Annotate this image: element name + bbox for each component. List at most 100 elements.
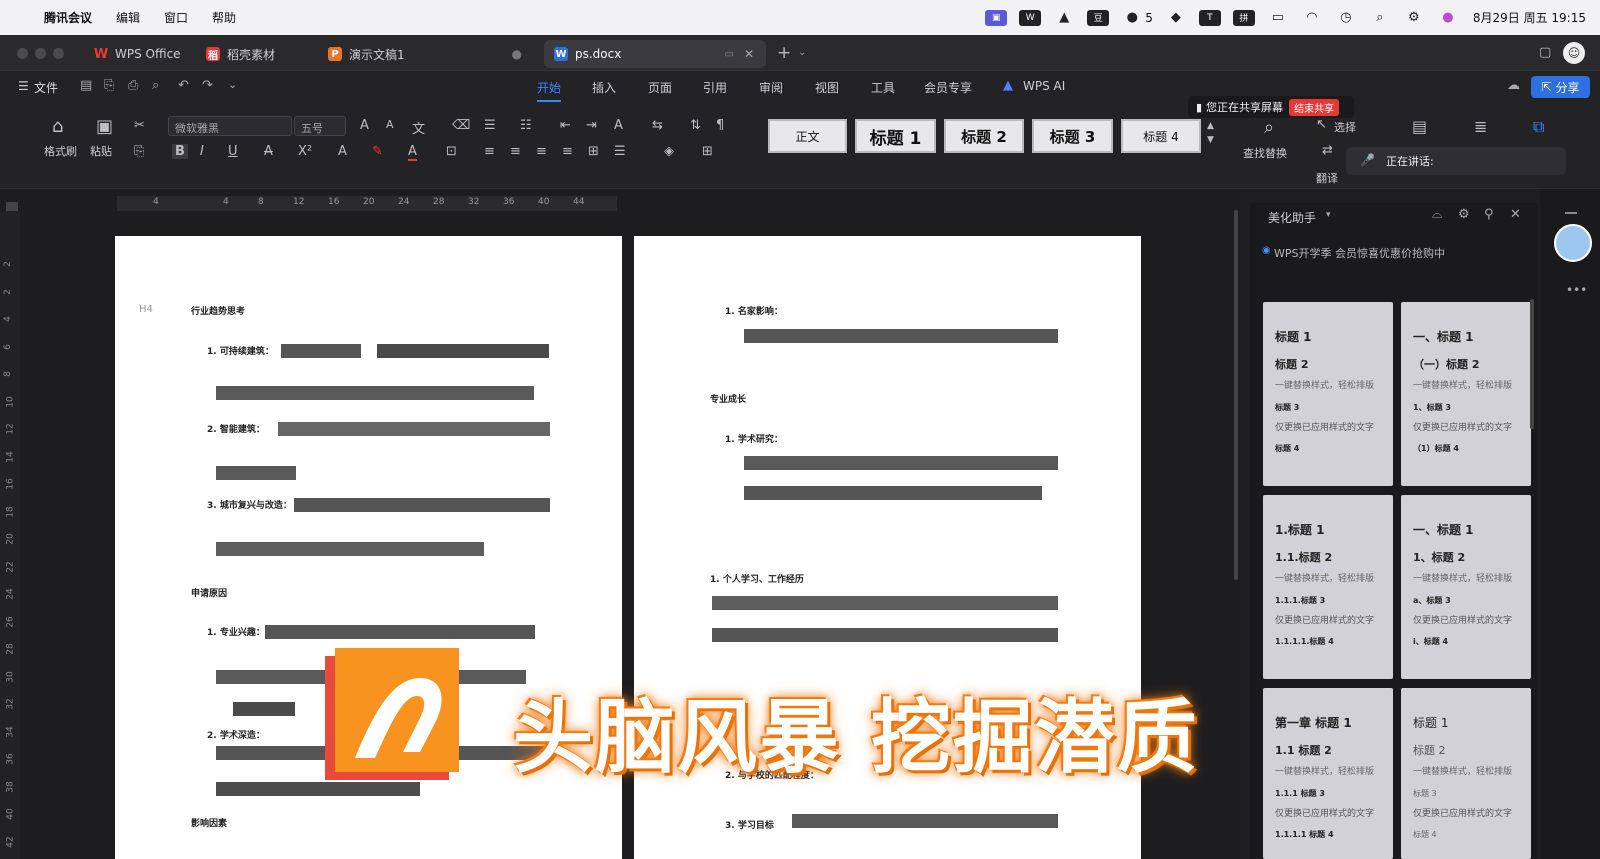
- menu-help[interactable]: 帮助: [212, 9, 236, 26]
- increase-font-icon[interactable]: A: [360, 118, 369, 133]
- align-right-icon[interactable]: ≡: [536, 144, 547, 159]
- style-card-4[interactable]: 一、标题 1 1、标题 2 一键替换样式，轻松排版 a、标题 3 仅更换已应用样…: [1401, 495, 1531, 679]
- panel-title[interactable]: 美化助手: [1268, 209, 1316, 226]
- tab-tools[interactable]: 工具: [871, 79, 895, 96]
- translate-label[interactable]: 翻译: [1316, 170, 1338, 186]
- battery-icon[interactable]: ▭: [1267, 10, 1289, 26]
- justify-icon[interactable]: ≡: [562, 144, 573, 159]
- tab-home[interactable]: 开始: [537, 79, 562, 102]
- settings-gear-icon[interactable]: ⚙: [1458, 207, 1470, 222]
- panel-close-icon[interactable]: ✕: [1510, 207, 1521, 222]
- style-card-2[interactable]: 一、标题 1 （一）标题 2 一键替换样式，轻松排版 1、标题 3 仅更换已应用…: [1401, 302, 1531, 486]
- redo-icon[interactable]: ↷: [202, 78, 213, 93]
- align-center-icon[interactable]: ≡: [510, 144, 521, 159]
- share-button[interactable]: ⇱ 分享: [1531, 76, 1590, 98]
- borders-icon[interactable]: ⊞: [702, 144, 713, 159]
- assistant-avatar[interactable]: [1554, 224, 1592, 262]
- doubao-icon[interactable]: 豆: [1087, 9, 1110, 26]
- ai-tool-icon[interactable]: ⧉: [1533, 117, 1544, 137]
- tab-references[interactable]: 引用: [703, 79, 727, 96]
- clear-format-icon[interactable]: ⌫: [452, 118, 470, 133]
- tab-close-icon[interactable]: ✕: [744, 47, 754, 61]
- format-painter-icon[interactable]: ⌂: [52, 116, 63, 137]
- format-painter-label[interactable]: 格式刷: [44, 143, 77, 159]
- tab-member[interactable]: 会员专享: [924, 79, 972, 96]
- styles-scroll-down-icon[interactable]: ▼: [1207, 135, 1214, 145]
- char-border-icon[interactable]: ⊡: [446, 144, 457, 159]
- tab-view[interactable]: 视图: [815, 79, 839, 96]
- tab-list-chevron-icon[interactable]: ⌄: [798, 47, 806, 58]
- style-heading-2[interactable]: 标题 2: [944, 119, 1024, 153]
- panel-title-chevron-icon[interactable]: ▾: [1326, 210, 1331, 220]
- decrease-font-icon[interactable]: A: [386, 118, 394, 131]
- select-cursor-icon[interactable]: ↖: [1316, 117, 1327, 132]
- tab-wps-ai[interactable]: WPS AI: [1023, 79, 1065, 93]
- export-icon[interactable]: ⎘: [104, 78, 114, 93]
- more-options-icon[interactable]: •••: [1566, 283, 1587, 297]
- increase-indent-icon[interactable]: ⇥: [586, 118, 597, 133]
- screen-share-icon[interactable]: ▣: [985, 9, 1008, 26]
- cat-icon[interactable]: ◆: [1165, 10, 1187, 26]
- bullet-list-icon[interactable]: ☰: [484, 118, 496, 133]
- undo-icon[interactable]: ↶: [178, 78, 189, 93]
- save-icon[interactable]: ▤: [80, 78, 92, 93]
- italic-icon[interactable]: I: [200, 144, 204, 159]
- window-layout-icon[interactable]: ▢: [1539, 45, 1551, 60]
- numbered-list-icon[interactable]: ☷: [520, 118, 532, 133]
- typora-icon[interactable]: T: [1198, 9, 1221, 26]
- cloud-icon[interactable]: ☁: [1507, 78, 1520, 93]
- style-heading-4[interactable]: 标题 4: [1121, 119, 1201, 153]
- wps-tray-icon[interactable]: W: [1019, 9, 1042, 26]
- text-direction-icon[interactable]: ⇆: [652, 118, 663, 133]
- text-effect-icon[interactable]: A: [338, 144, 347, 159]
- select-label[interactable]: 选择: [1334, 119, 1356, 135]
- translate-icon[interactable]: ⇄: [1322, 143, 1333, 158]
- window-close-button[interactable]: [17, 48, 28, 59]
- hamburger-menu-icon[interactable]: ☰: [18, 79, 29, 93]
- tab-page[interactable]: 页面: [648, 79, 672, 96]
- text-layout-icon[interactable]: ≣: [1474, 117, 1487, 136]
- cut-icon[interactable]: ✂: [134, 118, 145, 133]
- tab-ps-docx[interactable]: W ps.docx ▭ ✕: [544, 40, 766, 68]
- new-tab-icon[interactable]: +: [777, 43, 791, 63]
- tab-docer[interactable]: 稻 稻壳素材: [196, 40, 308, 68]
- wechat-icon[interactable]: ●: [1121, 10, 1143, 26]
- siri-icon[interactable]: ●: [1437, 10, 1459, 26]
- paste-label[interactable]: 粘贴: [90, 143, 112, 159]
- tab-insert[interactable]: 插入: [592, 79, 616, 96]
- pin-icon[interactable]: ⚲: [1484, 207, 1494, 222]
- font-color-icon[interactable]: A: [408, 144, 417, 161]
- find-icon[interactable]: ⌕: [1264, 117, 1274, 138]
- search-icon[interactable]: ⌕: [1369, 10, 1391, 26]
- highlight-icon[interactable]: ✎: [372, 144, 383, 159]
- style-card-1[interactable]: 标题 1 标题 2 一键替换样式，轻松排版 标题 3 仅更换已应用样式的文字 标…: [1263, 302, 1393, 486]
- print-preview-icon[interactable]: ⌕: [152, 78, 159, 93]
- mountain-icon[interactable]: ▲: [1053, 10, 1075, 26]
- font-size-select[interactable]: 五号: [294, 116, 346, 136]
- input-method-icon[interactable]: 拼: [1232, 9, 1255, 26]
- print-icon[interactable]: ⎙: [128, 78, 138, 93]
- doc-assistant-icon[interactable]: ▤: [1412, 117, 1427, 136]
- tab-monitor-icon[interactable]: ▭: [725, 49, 734, 60]
- window-minimize-button[interactable]: [35, 48, 46, 59]
- phonetic-icon[interactable]: 文: [412, 118, 425, 137]
- shading-icon[interactable]: ◈: [664, 144, 674, 159]
- quick-access-chevron-icon[interactable]: ⌄: [228, 78, 237, 91]
- panel-scrollbar[interactable]: [1530, 299, 1534, 429]
- sort-icon[interactable]: ⇅: [690, 118, 701, 133]
- style-card-5[interactable]: 第一章 标题 1 1.1 标题 2 一键替换样式，轻松排版 1.1.1 标题 3…: [1263, 688, 1393, 859]
- styles-scroll-up-icon[interactable]: ▲: [1207, 121, 1214, 131]
- user-avatar-icon[interactable]: ☺: [1563, 42, 1585, 64]
- underline-icon[interactable]: U: [228, 144, 238, 159]
- tab-presentation[interactable]: P 演示文稿1 ●: [318, 40, 532, 68]
- style-card-3[interactable]: 1.标题 1 1.1.标题 2 一键替换样式，轻松排版 1.1.1.标题 3 仅…: [1263, 495, 1393, 679]
- show-marks-icon[interactable]: ¶: [716, 118, 724, 133]
- distribute-icon[interactable]: ⊞: [588, 144, 599, 159]
- font-family-select[interactable]: 微软雅黑: [168, 116, 292, 136]
- paste-icon[interactable]: ▣: [96, 116, 113, 137]
- menu-window[interactable]: 窗口: [164, 9, 188, 26]
- style-heading-3[interactable]: 标题 3: [1032, 119, 1113, 153]
- end-share-button[interactable]: 结束共享: [1289, 98, 1340, 116]
- bold-icon[interactable]: B: [172, 144, 188, 159]
- document-scrollbar[interactable]: [1234, 210, 1238, 580]
